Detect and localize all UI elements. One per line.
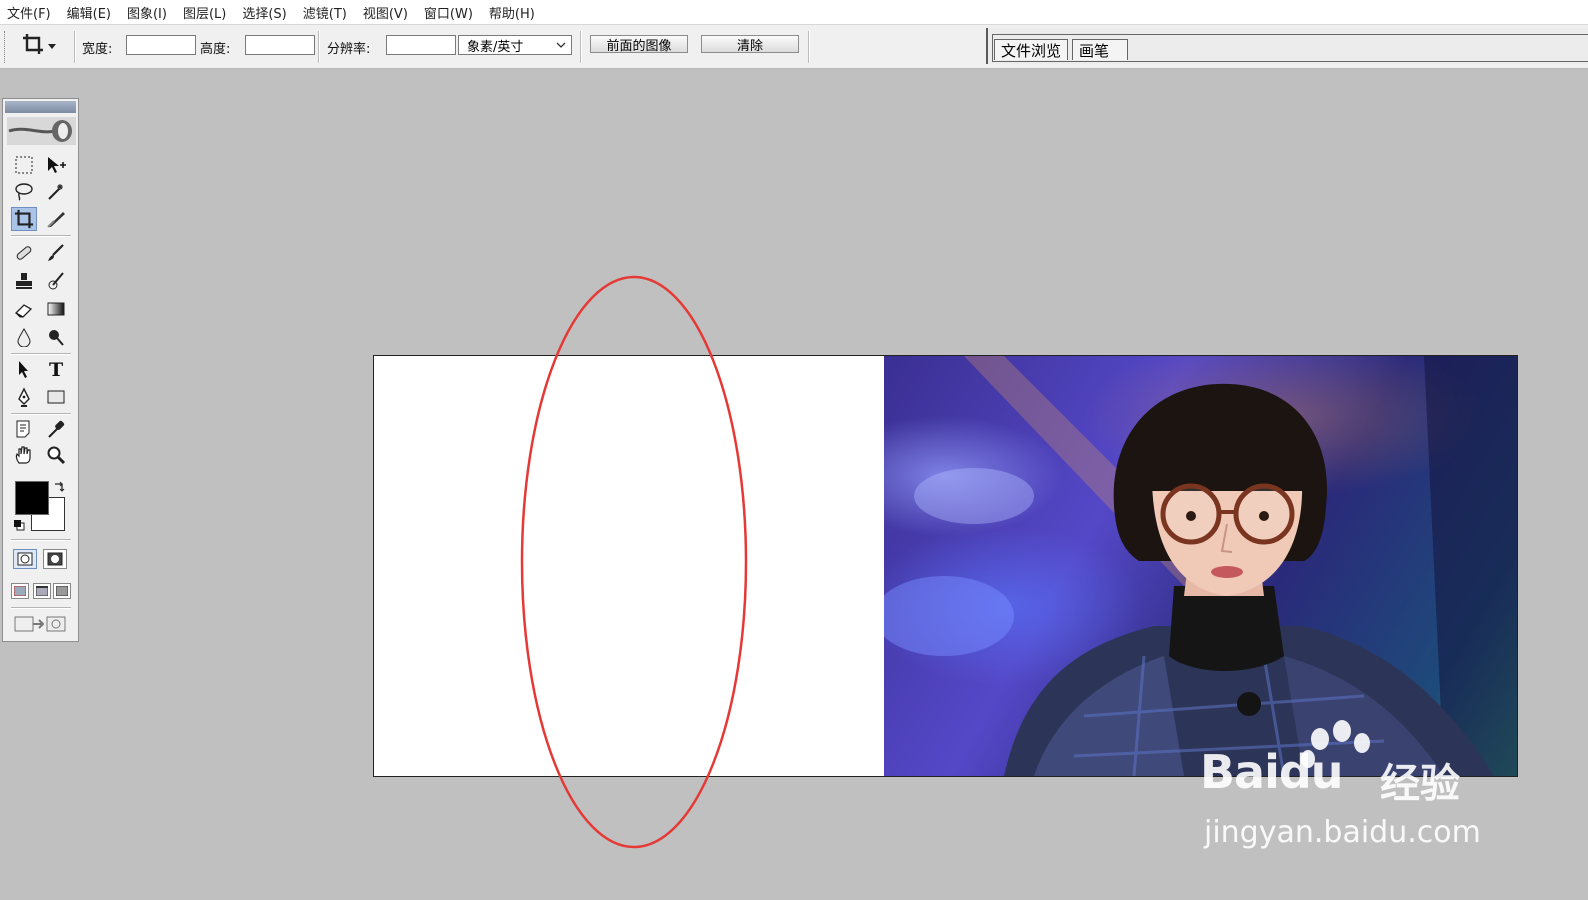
menu-select[interactable]: 选择(S)	[235, 3, 295, 22]
watermark-brand-cn: 经验	[1380, 761, 1460, 807]
toolbox-separator	[11, 413, 71, 415]
menu-bar: 文件(F) 编辑(E) 图象(I) 图层(L) 选择(S) 滤镜(T) 视图(V…	[0, 0, 1588, 25]
feather-logo-icon[interactable]	[7, 117, 76, 145]
blur-icon[interactable]	[11, 325, 37, 349]
menu-view[interactable]: 视图(V)	[356, 3, 417, 22]
default-colors-icon[interactable]	[13, 519, 25, 535]
options-separator	[580, 31, 582, 63]
toolbox-title-bar[interactable]	[5, 101, 76, 113]
rectangle-shape-icon[interactable]	[43, 385, 69, 409]
resolution-label: 分辨率:	[327, 42, 371, 57]
path-selection-icon[interactable]	[11, 357, 37, 381]
magic-wand-icon[interactable]	[43, 179, 69, 203]
quick-mask-mode-icon[interactable]	[43, 549, 67, 569]
options-separator	[318, 31, 320, 63]
menu-window[interactable]: 窗口(W)	[417, 3, 482, 22]
menu-filter[interactable]: 滤镜(T)	[296, 3, 356, 22]
tool-preset-picker[interactable]	[22, 33, 66, 59]
toolbox-separator	[11, 539, 71, 541]
lasso-icon[interactable]	[11, 179, 37, 203]
palette-well: 文件浏览 画笔	[986, 28, 1588, 64]
svg-text:T: T	[49, 359, 63, 379]
toolbox-separator	[11, 607, 71, 609]
portrait-photo	[884, 356, 1517, 776]
height-input[interactable]	[245, 35, 315, 55]
watermark-brand: Baidu	[1200, 745, 1344, 799]
portrait-illustration	[884, 356, 1517, 776]
hand-icon[interactable]	[11, 443, 37, 467]
watermark-url: jingyan.baidu.com	[1204, 815, 1481, 850]
eyedropper-icon[interactable]	[43, 417, 69, 441]
standard-mode-icon[interactable]	[13, 549, 37, 569]
resolution-input[interactable]	[386, 35, 456, 55]
marquee-icon[interactable]	[11, 153, 37, 177]
menu-edit[interactable]: 编辑(E)	[60, 3, 120, 22]
move-icon[interactable]	[43, 153, 69, 177]
menu-help[interactable]: 帮助(H)	[482, 3, 544, 22]
tab-brushes[interactable]: 画笔	[1072, 39, 1129, 60]
toolbox-separator	[11, 235, 71, 237]
chevron-down-icon	[48, 39, 56, 54]
type-icon[interactable]: T	[43, 357, 69, 381]
menu-layer[interactable]: 图层(L)	[176, 3, 235, 22]
front-image-button[interactable]: 前面的图像	[590, 35, 688, 54]
pen-icon[interactable]	[11, 385, 37, 409]
width-label: 宽度:	[82, 42, 113, 57]
foreground-color-swatch[interactable]	[15, 481, 49, 515]
chevron-down-icon	[555, 39, 567, 55]
menu-file[interactable]: 文件(F)	[0, 3, 60, 22]
zoom-icon[interactable]	[43, 443, 69, 467]
width-input[interactable]	[126, 35, 196, 55]
healing-brush-icon[interactable]	[11, 241, 37, 265]
document-canvas[interactable]	[373, 355, 1518, 777]
swap-colors-icon[interactable]	[53, 481, 65, 497]
tab-file-browser[interactable]: 文件浏览	[994, 39, 1069, 60]
menu-image[interactable]: 图象(I)	[120, 3, 176, 22]
toolbox-separator	[11, 353, 71, 355]
history-brush-icon[interactable]	[43, 269, 69, 293]
eraser-icon[interactable]	[11, 297, 37, 321]
options-separator	[74, 31, 76, 63]
jump-to-imageready-icon[interactable]	[13, 613, 69, 639]
full-screen-menu-mode-icon[interactable]	[33, 583, 51, 599]
dodge-icon[interactable]	[43, 325, 69, 349]
standard-screen-mode-icon[interactable]	[11, 583, 29, 599]
brush-icon[interactable]	[43, 241, 69, 265]
clone-stamp-icon[interactable]	[11, 269, 37, 293]
height-label: 高度:	[200, 42, 231, 57]
full-screen-mode-icon[interactable]	[53, 583, 71, 599]
options-bar-grip[interactable]	[4, 31, 8, 63]
toolbox: T	[2, 98, 79, 642]
options-separator	[808, 31, 810, 63]
resolution-unit-select[interactable]: 象素/英寸	[458, 35, 572, 55]
slice-icon[interactable]	[43, 207, 69, 231]
baidu-jingyan-watermark: Baidu 经验 jingyan.baidu.com	[1200, 720, 1490, 855]
notes-icon[interactable]	[11, 417, 37, 441]
gradient-icon[interactable]	[43, 297, 69, 321]
crop-tool-icon[interactable]	[11, 207, 37, 231]
crop-icon	[22, 33, 44, 59]
resolution-unit-value: 象素/英寸	[467, 39, 524, 55]
clear-button[interactable]: 清除	[701, 35, 799, 54]
